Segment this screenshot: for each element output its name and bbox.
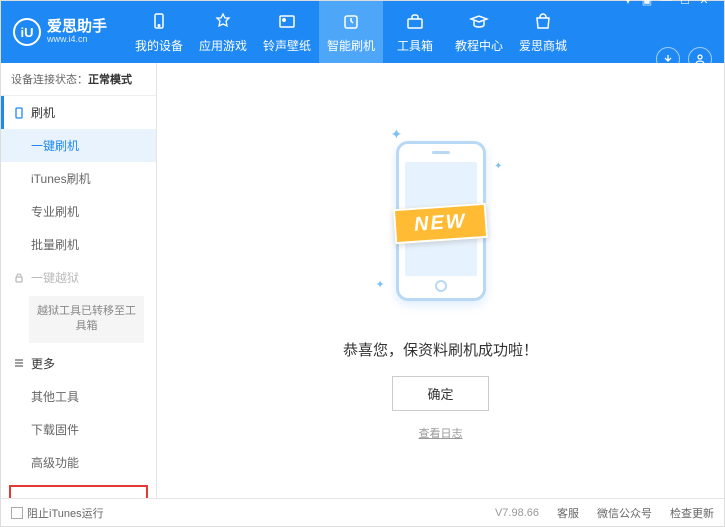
sidebar-item-other-tools[interactable]: 其他工具 [1,380,156,413]
close-button[interactable]: ✕ [696,0,712,7]
flash-icon [340,11,362,33]
toolbox-icon [404,11,426,33]
connection-status: 设备连接状态：正常模式 [1,63,156,96]
maximize-button[interactable]: ☐ [677,0,693,7]
nav-apps-games[interactable]: 应用游戏 [191,1,255,63]
footer-link-wechat[interactable]: 微信公众号 [597,505,652,521]
sidebar-item-oneclick-flash[interactable]: 一键刷机 [1,129,156,162]
success-message: 恭喜您，保资料刷机成功啦！ [343,339,538,360]
nav-store[interactable]: 爱思商城 [511,1,575,63]
sidebar: 设备连接状态：正常模式 刷机 一键刷机 iTunes刷机 专业刷机 批量刷机 一… [1,63,157,498]
success-illustration: ✦ ✦ ✦ NEW [361,121,521,321]
logo-icon: iU [13,18,41,46]
sidebar-item-itunes-flash[interactable]: iTunes刷机 [1,162,156,195]
minimize-button[interactable]: — [658,0,674,7]
main-content: ✦ ✦ ✦ NEW 恭喜您，保资料刷机成功啦！ 确定 查看日志 [157,63,724,498]
menu-icon[interactable]: ▾ [620,0,636,7]
footer-link-update[interactable]: 检查更新 [670,505,714,521]
phone-icon [13,107,25,119]
checkbox-block-itunes[interactable]: 阻止iTunes运行 [11,505,104,521]
sidebar-section-flash[interactable]: 刷机 [1,96,156,129]
footer-link-support[interactable]: 客服 [557,505,579,521]
media-icon [276,11,298,33]
sidebar-item-pro-flash[interactable]: 专业刷机 [1,195,156,228]
logo-title: 爱思助手 [47,19,107,36]
nav-toolbox[interactable]: 工具箱 [383,1,447,63]
nav-tutorials[interactable]: 教程中心 [447,1,511,63]
store-icon [532,11,554,33]
statusbar: 阻止iTunes运行 V7.98.66 客服 微信公众号 检查更新 [1,498,724,526]
sidebar-item-advanced[interactable]: 高级功能 [1,446,156,479]
device-icon [148,11,170,33]
titlebar: iU 爱思助手 www.i4.cn 我的设备 应用游戏 铃声壁纸 智能刷机 [1,1,724,63]
options-highlight-box: 自动激活 跳过向导 [9,485,148,498]
jailbreak-note: 越狱工具已转移至工具箱 [29,296,144,343]
version-label: V7.98.66 [495,507,539,519]
apps-icon [212,11,234,33]
sidebar-section-jailbreak: 一键越狱 [1,261,156,294]
logo-url: www.i4.cn [47,35,107,45]
logo[interactable]: iU 爱思助手 www.i4.cn [13,18,107,46]
skin-icon[interactable]: ▣ [639,0,655,7]
tutorial-icon [468,11,490,33]
list-icon [13,357,25,369]
top-nav: 我的设备 应用游戏 铃声壁纸 智能刷机 工具箱 教程中心 [127,1,575,63]
lock-icon [13,272,25,284]
sidebar-item-batch-flash[interactable]: 批量刷机 [1,228,156,261]
sidebar-section-more[interactable]: 更多 [1,347,156,380]
nav-ringtone-wallpaper[interactable]: 铃声壁纸 [255,1,319,63]
nav-my-device[interactable]: 我的设备 [127,1,191,63]
view-log-link[interactable]: 查看日志 [419,425,463,441]
ok-button[interactable]: 确定 [392,376,488,411]
nav-smart-flash[interactable]: 智能刷机 [319,1,383,63]
new-ribbon: NEW [393,202,488,243]
sidebar-item-download-firmware[interactable]: 下载固件 [1,413,156,446]
